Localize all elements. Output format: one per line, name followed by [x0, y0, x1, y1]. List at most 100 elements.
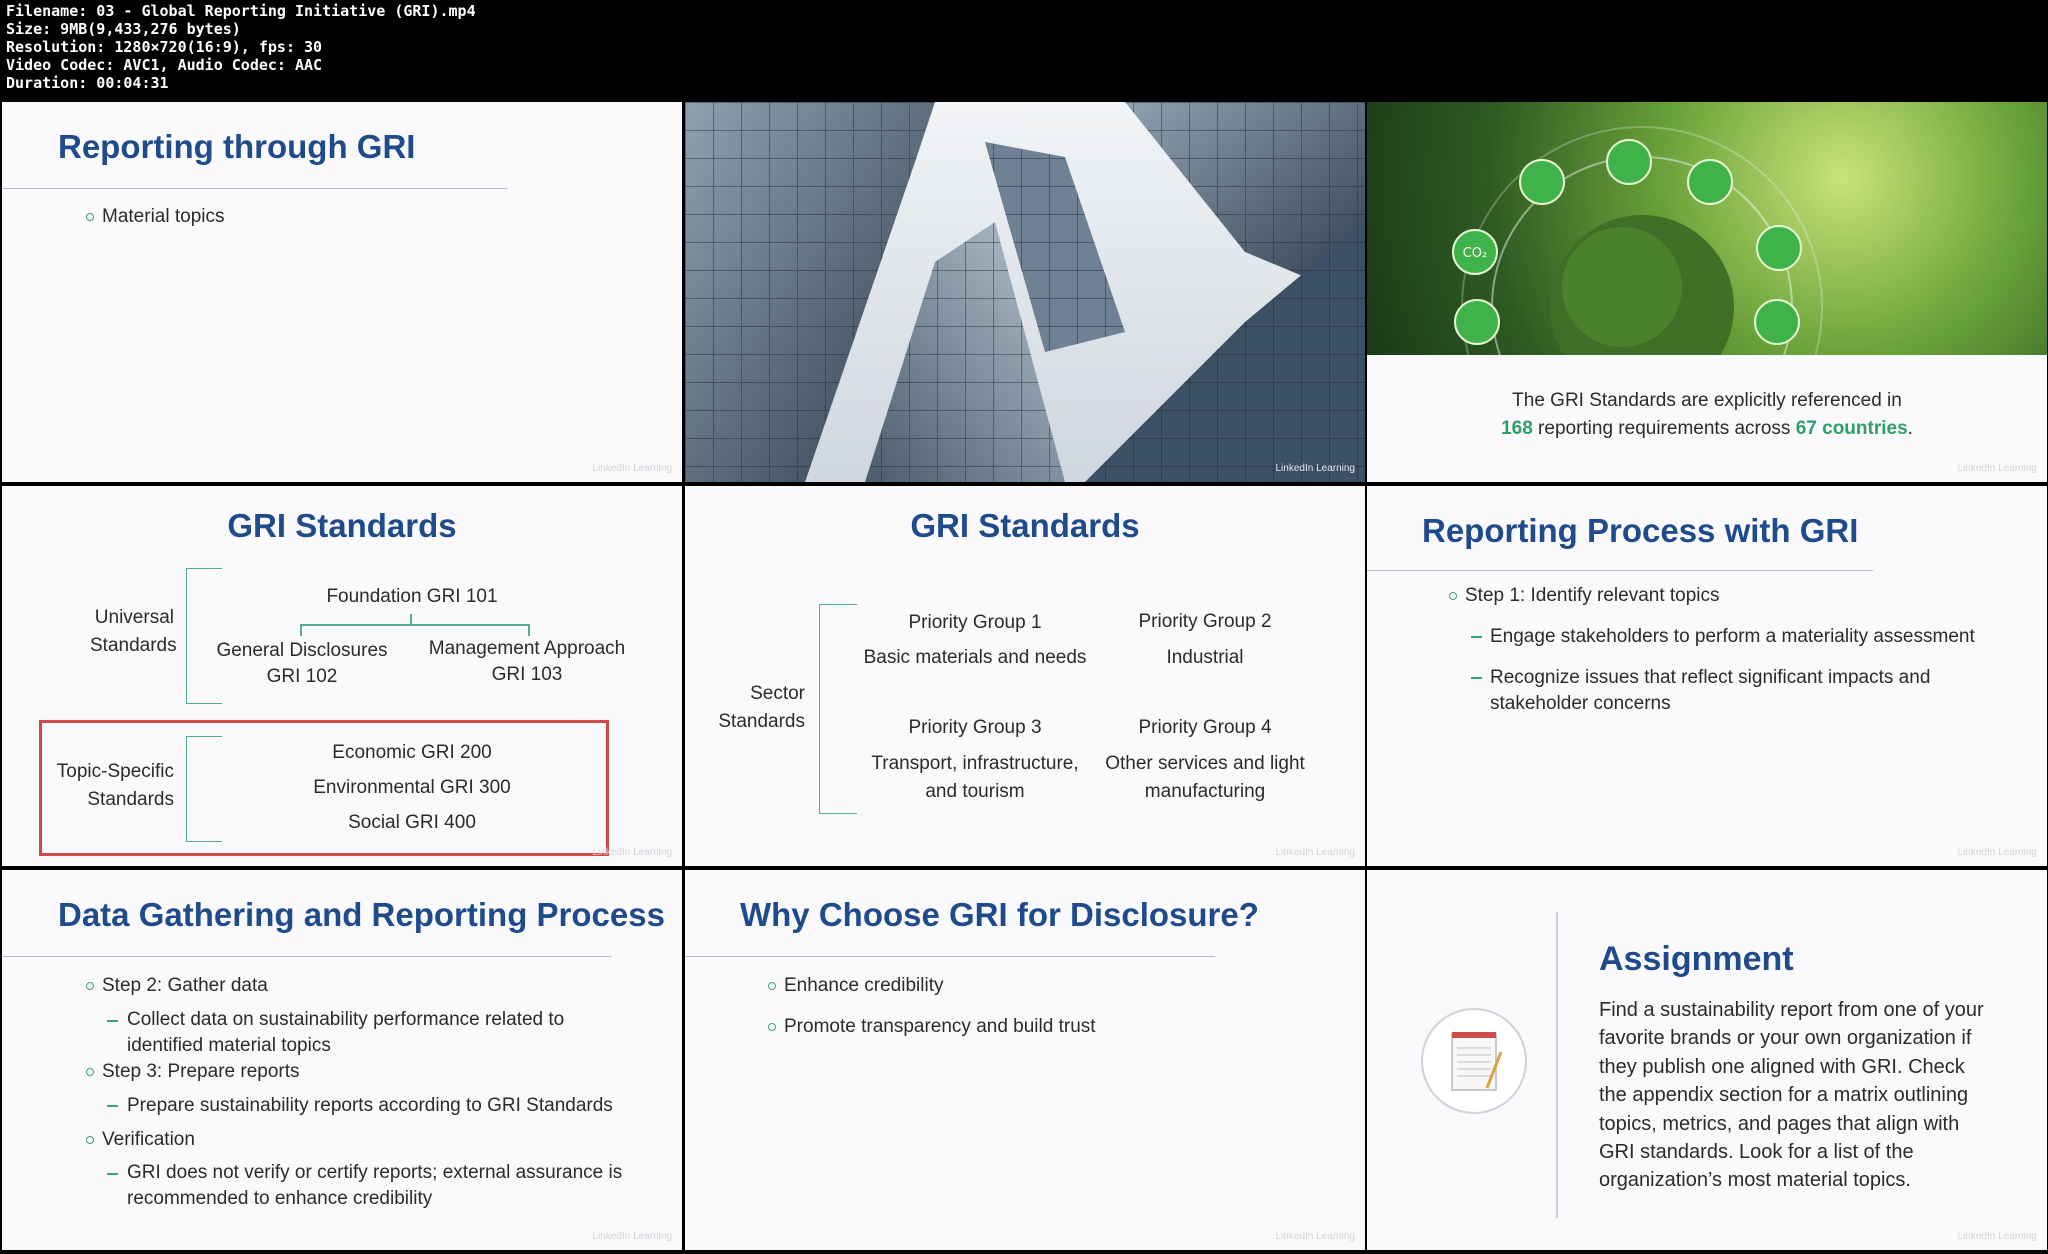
file-info-line: Filename: 03 - Global Reporting Initiati…: [6, 2, 476, 20]
priority-group-1-title: Priority Group 1: [908, 612, 1042, 633]
dash-icon: [107, 1020, 118, 1022]
bullet-icon: [1449, 592, 1457, 600]
bullet-icon: [86, 1136, 94, 1144]
bullet-text: Material topics: [102, 206, 225, 227]
skyscrapers-image: [685, 102, 1365, 482]
watermark: LinkedIn Learning: [1957, 1231, 2037, 1242]
bullet-icon: [768, 1023, 776, 1031]
sub-bullet-line: recommended to enhance credibility: [127, 1188, 433, 1209]
topic-specific-bracket: [186, 736, 222, 842]
title-rule: [1367, 570, 1873, 571]
sub-bullet-text: GRI does not verify or certify reports; …: [127, 1160, 622, 1212]
assignment-line: the appendix section for a matrix outlin…: [1599, 1084, 1969, 1107]
slide-reporting-through-gri[interactable]: Reporting through GRI Material topics Li…: [2, 102, 682, 482]
priority-group-3-title: Priority Group 3: [908, 717, 1042, 738]
slide-title: GRI Standards: [227, 507, 457, 544]
watermark: LinkedIn Learning: [1957, 847, 2037, 858]
general-disclosures-line: General Disclosures: [216, 640, 388, 661]
sub-bullet-line: Collect data on sustainability performan…: [127, 1009, 565, 1030]
slide-assignment[interactable]: Assignment Find a sustainability report …: [1367, 870, 2047, 1250]
slide-data-gathering[interactable]: Data Gathering and Reporting Process Ste…: [2, 870, 682, 1250]
sub-bullet-line: stakeholder concerns: [1490, 693, 1671, 714]
notepad-icon: [1421, 1008, 1527, 1114]
slide-gri-standards-structure[interactable]: GRI Standards Universal Standards Founda…: [2, 486, 682, 866]
verification-text: Verification: [102, 1129, 195, 1150]
sector-label-line: Standards: [718, 711, 805, 732]
slide-title: Why Choose GRI for Disclosure?: [740, 896, 1259, 933]
dash-icon: [107, 1173, 118, 1175]
universal-label-line: Standards: [90, 635, 177, 656]
topic-specific-label-line: Standards: [87, 789, 174, 810]
slide-gri-sector-standards[interactable]: GRI Standards Sector Standards Priority …: [685, 486, 1365, 866]
slide-title: Assignment: [1599, 940, 1794, 978]
net-zero-icon: [1687, 159, 1733, 205]
universal-label-line: Universal: [94, 607, 174, 628]
sub-bullet-text: Prepare sustainability reports according…: [127, 1095, 613, 1116]
slide-buildings-photo[interactable]: LinkedIn Learning: [685, 102, 1365, 482]
title-rule: [2, 188, 508, 189]
wind-turbine-icon: [1756, 225, 1802, 271]
sub-bullet-text: Recognize issues that reflect significan…: [1490, 665, 1930, 717]
bullet-icon: [86, 982, 94, 990]
foundation-gri-101: Foundation GRI 101: [326, 586, 498, 607]
file-info-line: Duration: 00:04:31: [6, 74, 169, 92]
dash-icon: [107, 1105, 118, 1107]
slide-gri-reach[interactable]: CO₂ The GRI Standards are explicitly ref…: [1367, 102, 2047, 482]
general-disclosures-line: GRI 102: [266, 666, 338, 687]
priority-group-4-title: Priority Group 4: [1138, 717, 1272, 738]
slide-reporting-process[interactable]: Reporting Process with GRI Step 1: Ident…: [1367, 486, 2047, 866]
step-2-text: Step 2: Gather data: [102, 975, 268, 996]
slide-why-choose-gri[interactable]: Why Choose GRI for Disclosure? Enhance c…: [685, 870, 1365, 1250]
file-info-line: Resolution: 1280×720(16:9), fps: 30: [6, 38, 323, 56]
reach-line-2-end: .: [1907, 418, 1913, 439]
watermark: LinkedIn Learning: [592, 1231, 672, 1242]
social-gri-400: Social GRI 400: [348, 812, 476, 833]
title-rule: [2, 956, 612, 957]
assignment-line: GRI standards. Look for a list of the: [1599, 1141, 1914, 1164]
priority-group-1-desc: Basic materials and needs: [863, 647, 1087, 668]
management-approach-gri-103: Management Approach GRI 103: [412, 636, 642, 688]
sub-bullet-line: GRI does not verify or certify reports; …: [127, 1162, 623, 1183]
file-info-header: Filename: 03 - Global Reporting Initiati…: [0, 0, 2048, 100]
watermark: LinkedIn Learning: [592, 847, 672, 858]
step-3-text: Step 3: Prepare reports: [102, 1061, 300, 1082]
general-disclosures-gri-102: General Disclosures GRI 102: [202, 638, 402, 690]
connector-line: [300, 624, 302, 636]
title-rule: [685, 956, 1215, 957]
countries-count: 67 countries: [1795, 418, 1908, 439]
slide-title: Reporting Process with GRI: [1422, 512, 1859, 549]
connector-line: [410, 614, 412, 624]
thumbnail-grid: Reporting through GRI Material topics Li…: [0, 102, 2048, 1254]
step-1-text: Step 1: Identify relevant topics: [1465, 585, 1720, 606]
plant-hand-icon: [1754, 299, 1800, 345]
file-info-line: Video Codec: AVC1, Audio Codec: AAC: [6, 56, 323, 74]
assignment-line: Find a sustainability report from one of…: [1599, 999, 1984, 1021]
sub-bullet-line: Recognize issues that reflect significan…: [1490, 667, 1931, 688]
universal-label: Universal Standards: [90, 604, 177, 660]
connector-line: [300, 624, 530, 626]
divider-line: [1556, 912, 1558, 1218]
slide-title: GRI Standards: [910, 507, 1140, 544]
slide-title: Data Gathering and Reporting Process: [58, 896, 665, 933]
connector-line: [528, 624, 530, 636]
handshake-icon: [1606, 139, 1652, 185]
sector-standards-label: Sector Standards: [705, 680, 805, 736]
priority-group-3-desc-line: Transport, infrastructure,: [871, 753, 1079, 774]
management-approach-line: Management Approach: [428, 638, 626, 659]
topic-specific-label: Topic-Specific Standards: [42, 758, 174, 814]
priority-group-4-desc: Other services and light manufacturing: [1085, 750, 1325, 806]
priority-group-2-title: Priority Group 2: [1138, 611, 1272, 632]
priority-group-2-desc: Industrial: [1166, 647, 1244, 668]
assignment-line: topics, metrics, and pages that align wi…: [1599, 1112, 1960, 1135]
priority-group-4-desc-line: Other services and light: [1105, 753, 1305, 774]
reach-line-2: 168 reporting requirements across 67 cou…: [1367, 416, 2047, 442]
assignment-line: favorite brands or your own organization…: [1599, 1027, 1972, 1050]
sector-label-line: Sector: [750, 683, 805, 704]
bullet-text: Enhance credibility: [784, 975, 944, 996]
sub-bullet-text: Collect data on sustainability performan…: [127, 1007, 564, 1059]
requirements-count: 168: [1501, 418, 1533, 439]
bullet-icon: [86, 1068, 94, 1076]
recycle-icon: [1454, 299, 1500, 345]
topic-specific-label-line: Topic-Specific: [56, 761, 174, 782]
dash-icon: [1471, 677, 1482, 679]
